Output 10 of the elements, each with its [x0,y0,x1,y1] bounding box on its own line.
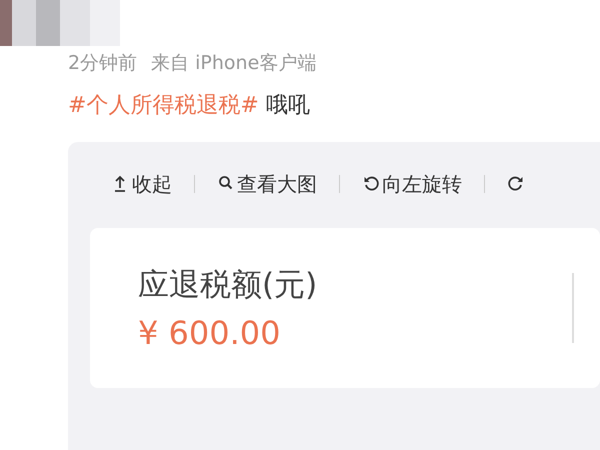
rotate-left-button[interactable]: 向左旋转 [362,170,462,198]
rotate-left-icon [362,175,380,193]
rotate-right-button[interactable] [507,175,525,193]
refund-amount: ¥ 600.00 [138,314,282,352]
post-time: 2分钟前 [68,51,138,76]
zoom-button[interactable]: 查看大图 [217,170,317,198]
rotate-right-icon [507,175,525,193]
collapse-button[interactable]: 收起 [112,170,172,198]
post-text: 哦吼 [266,93,310,118]
refund-label: 应退税额(元) [138,266,318,305]
